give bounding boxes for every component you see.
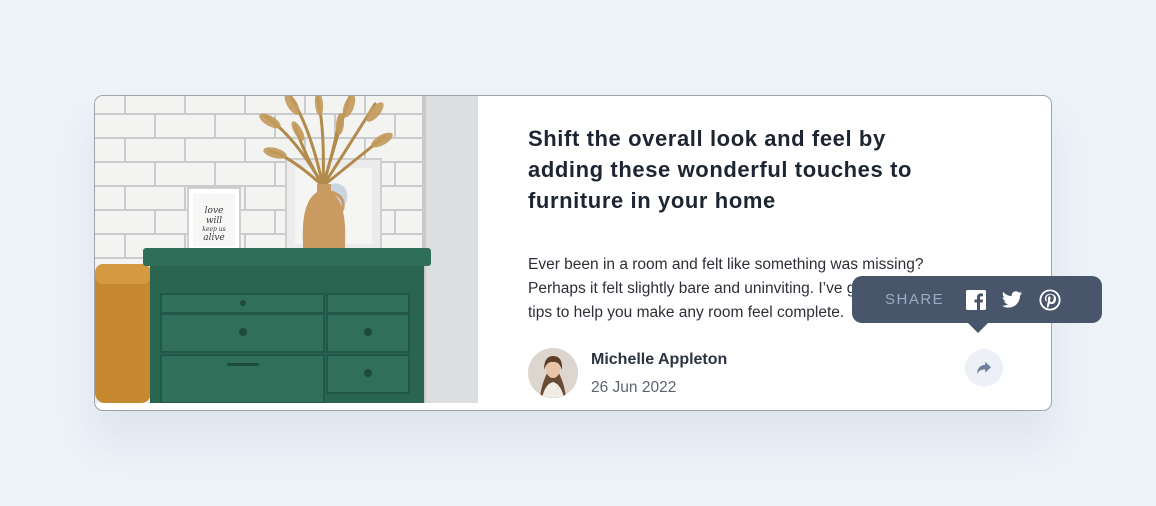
svg-text:will: will xyxy=(206,216,222,226)
avatar xyxy=(528,348,578,398)
article-card: love will keep us alive Shift the overal… xyxy=(94,95,1052,411)
share-popover: SHARE xyxy=(852,276,1102,333)
svg-text:alive: alive xyxy=(203,233,225,243)
author-block: Michelle Appleton 26 Jun 2022 xyxy=(528,348,1008,398)
article-title[interactable]: Shift the overall look and feel by addin… xyxy=(528,123,968,216)
author-name: Michelle Appleton xyxy=(591,351,728,368)
article-content: Shift the overall look and feel by addin… xyxy=(528,96,1028,410)
share-label: SHARE xyxy=(885,291,945,308)
publish-date: 26 Jun 2022 xyxy=(591,379,677,396)
twitter-icon[interactable] xyxy=(1001,289,1023,311)
facebook-icon[interactable] xyxy=(965,289,987,311)
svg-text:love: love xyxy=(205,206,224,216)
share-arrow-icon xyxy=(977,361,991,374)
share-button[interactable] xyxy=(965,349,1003,387)
article-image: love will keep us alive xyxy=(95,96,478,403)
pinterest-icon[interactable] xyxy=(1039,289,1061,311)
svg-text:keep us: keep us xyxy=(202,226,225,233)
